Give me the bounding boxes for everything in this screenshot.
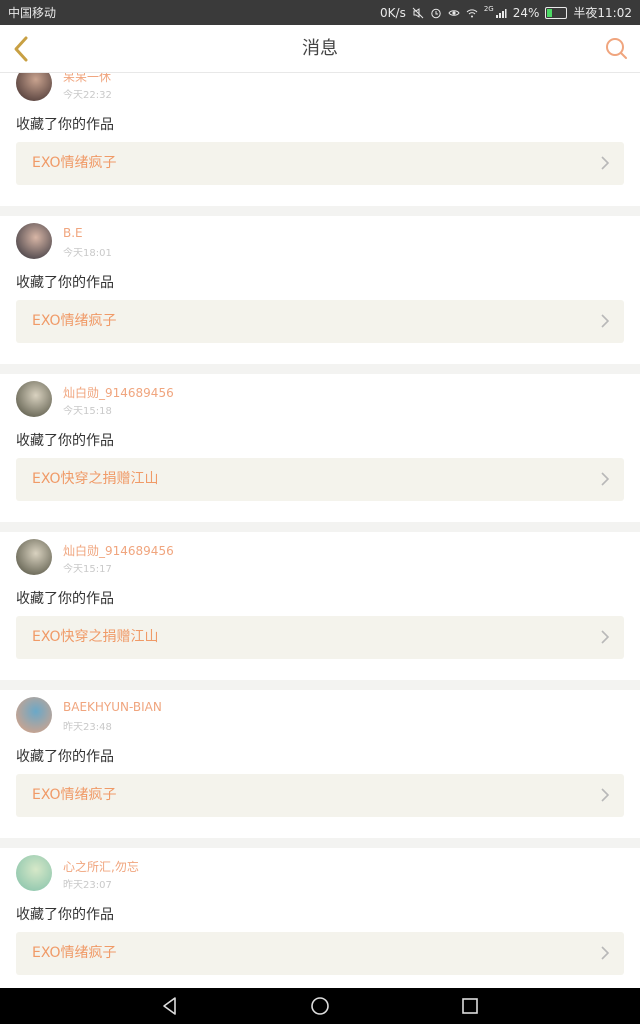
action-text: 收藏了你的作品 <box>16 117 114 133</box>
work-title: EXO情绪疯子 <box>32 945 117 961</box>
system-nav-bar <box>0 988 640 1024</box>
page-title: 消息 <box>302 38 338 59</box>
card-separator <box>0 364 640 374</box>
avatar[interactable] <box>16 223 52 259</box>
search-button[interactable] <box>604 36 630 62</box>
nav-back-button[interactable] <box>160 996 180 1016</box>
username[interactable]: 灿白勋_914689456 <box>63 384 174 401</box>
square-recents-icon <box>462 998 478 1014</box>
back-button[interactable] <box>8 35 36 63</box>
carrier-label: 中国移动 <box>8 6 57 20</box>
avatar[interactable] <box>16 855 52 891</box>
battery-percent: 24% <box>512 5 540 20</box>
search-icon <box>606 38 627 59</box>
chevron-right-icon <box>601 630 610 644</box>
timestamp: 昨天23:07 <box>63 880 112 891</box>
timestamp: 今天15:18 <box>63 406 112 417</box>
timestamp: 今天18:01 <box>63 248 112 259</box>
timestamp: 昨天23:48 <box>63 722 112 733</box>
action-text: 收藏了你的作品 <box>16 275 114 291</box>
status-icons: 0K/s 2G 24% 半夜11:02 <box>380 4 632 21</box>
triangle-back-icon <box>163 997 176 1015</box>
username[interactable]: B.E <box>63 226 83 240</box>
signal-icon <box>495 8 507 18</box>
work-link[interactable]: EXO快穿之捐赠江山 <box>16 458 624 501</box>
message-card[interactable]: 灿白勋_914689456 今天15:18 收藏了你的作品 EXO快穿之捐赠江山 <box>0 374 640 522</box>
work-title: EXO快穿之捐赠江山 <box>32 471 159 487</box>
circle-home-icon <box>311 997 329 1015</box>
card-separator <box>0 522 640 532</box>
clock: 半夜11:02 <box>573 6 632 20</box>
timestamp: 今天15:17 <box>63 564 112 575</box>
network-type: 2G <box>483 4 494 13</box>
action-text: 收藏了你的作品 <box>16 749 114 765</box>
header-bar: 消息 <box>0 25 640 73</box>
message-list[interactable]: 呆呆一休今天22:32 收藏了你的作品 EXO情绪疯子 B.E 今天18:01 收藏了你的… <box>0 73 640 988</box>
message-card[interactable]: 呆呆一休今天22:32 收藏了你的作品 EXO情绪疯子 <box>0 73 640 206</box>
action-text: 收藏了你的作品 <box>16 433 114 449</box>
eye-icon <box>448 9 460 16</box>
nav-home-button[interactable] <box>310 996 330 1016</box>
chevron-right-icon <box>601 946 610 960</box>
work-link[interactable]: EXO情绪疯子 <box>16 932 624 975</box>
avatar[interactable] <box>16 697 52 733</box>
wifi-icon <box>466 8 478 17</box>
action-text: 收藏了你的作品 <box>16 907 114 923</box>
username[interactable]: BAEKHYUN-BIAN <box>63 700 162 714</box>
action-text: 收藏了你的作品 <box>16 591 114 607</box>
work-link[interactable]: EXO情绪疯子 <box>16 774 624 817</box>
work-title: EXO快穿之捐赠江山 <box>32 629 159 645</box>
card-separator <box>0 206 640 216</box>
message-card[interactable]: B.E 今天18:01 收藏了你的作品 EXO情绪疯子 <box>0 216 640 364</box>
alarm-icon <box>431 8 441 18</box>
timestamp: 今天22:32 <box>63 90 112 101</box>
network-speed: 0K/s <box>380 5 406 20</box>
chevron-right-icon <box>601 156 610 170</box>
work-title: EXO情绪疯子 <box>32 313 117 329</box>
nav-recents-button[interactable] <box>460 996 480 1016</box>
battery-icon <box>545 6 568 19</box>
username[interactable]: 呆呆一休 <box>63 73 111 85</box>
chevron-left-icon <box>14 36 28 62</box>
chevron-right-icon <box>601 314 610 328</box>
work-link[interactable]: EXO快穿之捐赠江山 <box>16 616 624 659</box>
work-title: EXO情绪疯子 <box>32 155 117 171</box>
work-link[interactable]: EXO情绪疯子 <box>16 300 624 343</box>
username[interactable]: 灿白勋_914689456 <box>63 542 174 559</box>
avatar[interactable] <box>16 381 52 417</box>
work-title: EXO情绪疯子 <box>32 787 117 803</box>
status-bar: 中国移动 0K/s 2G 24% 半夜11:02 <box>0 0 640 25</box>
work-link[interactable]: EXO情绪疯子 <box>16 142 624 185</box>
message-card[interactable]: 灿白勋_914689456 今天15:17 收藏了你的作品 EXO快穿之捐赠江山 <box>0 532 640 680</box>
chevron-right-icon <box>601 472 610 486</box>
message-card[interactable]: BAEKHYUN-BIAN 昨天23:48 收藏了你的作品 EXO情绪疯子 <box>0 690 640 838</box>
mute-icon <box>412 7 424 18</box>
message-card[interactable]: 心之所汇,勿忘昨天23:07 收藏了你的作品 EXO情绪疯子 <box>0 848 640 988</box>
card-separator <box>0 838 640 848</box>
avatar[interactable] <box>16 73 52 101</box>
username[interactable]: 心之所汇,勿忘 <box>63 858 139 875</box>
avatar[interactable] <box>16 539 52 575</box>
chevron-right-icon <box>601 788 610 802</box>
card-separator <box>0 680 640 690</box>
